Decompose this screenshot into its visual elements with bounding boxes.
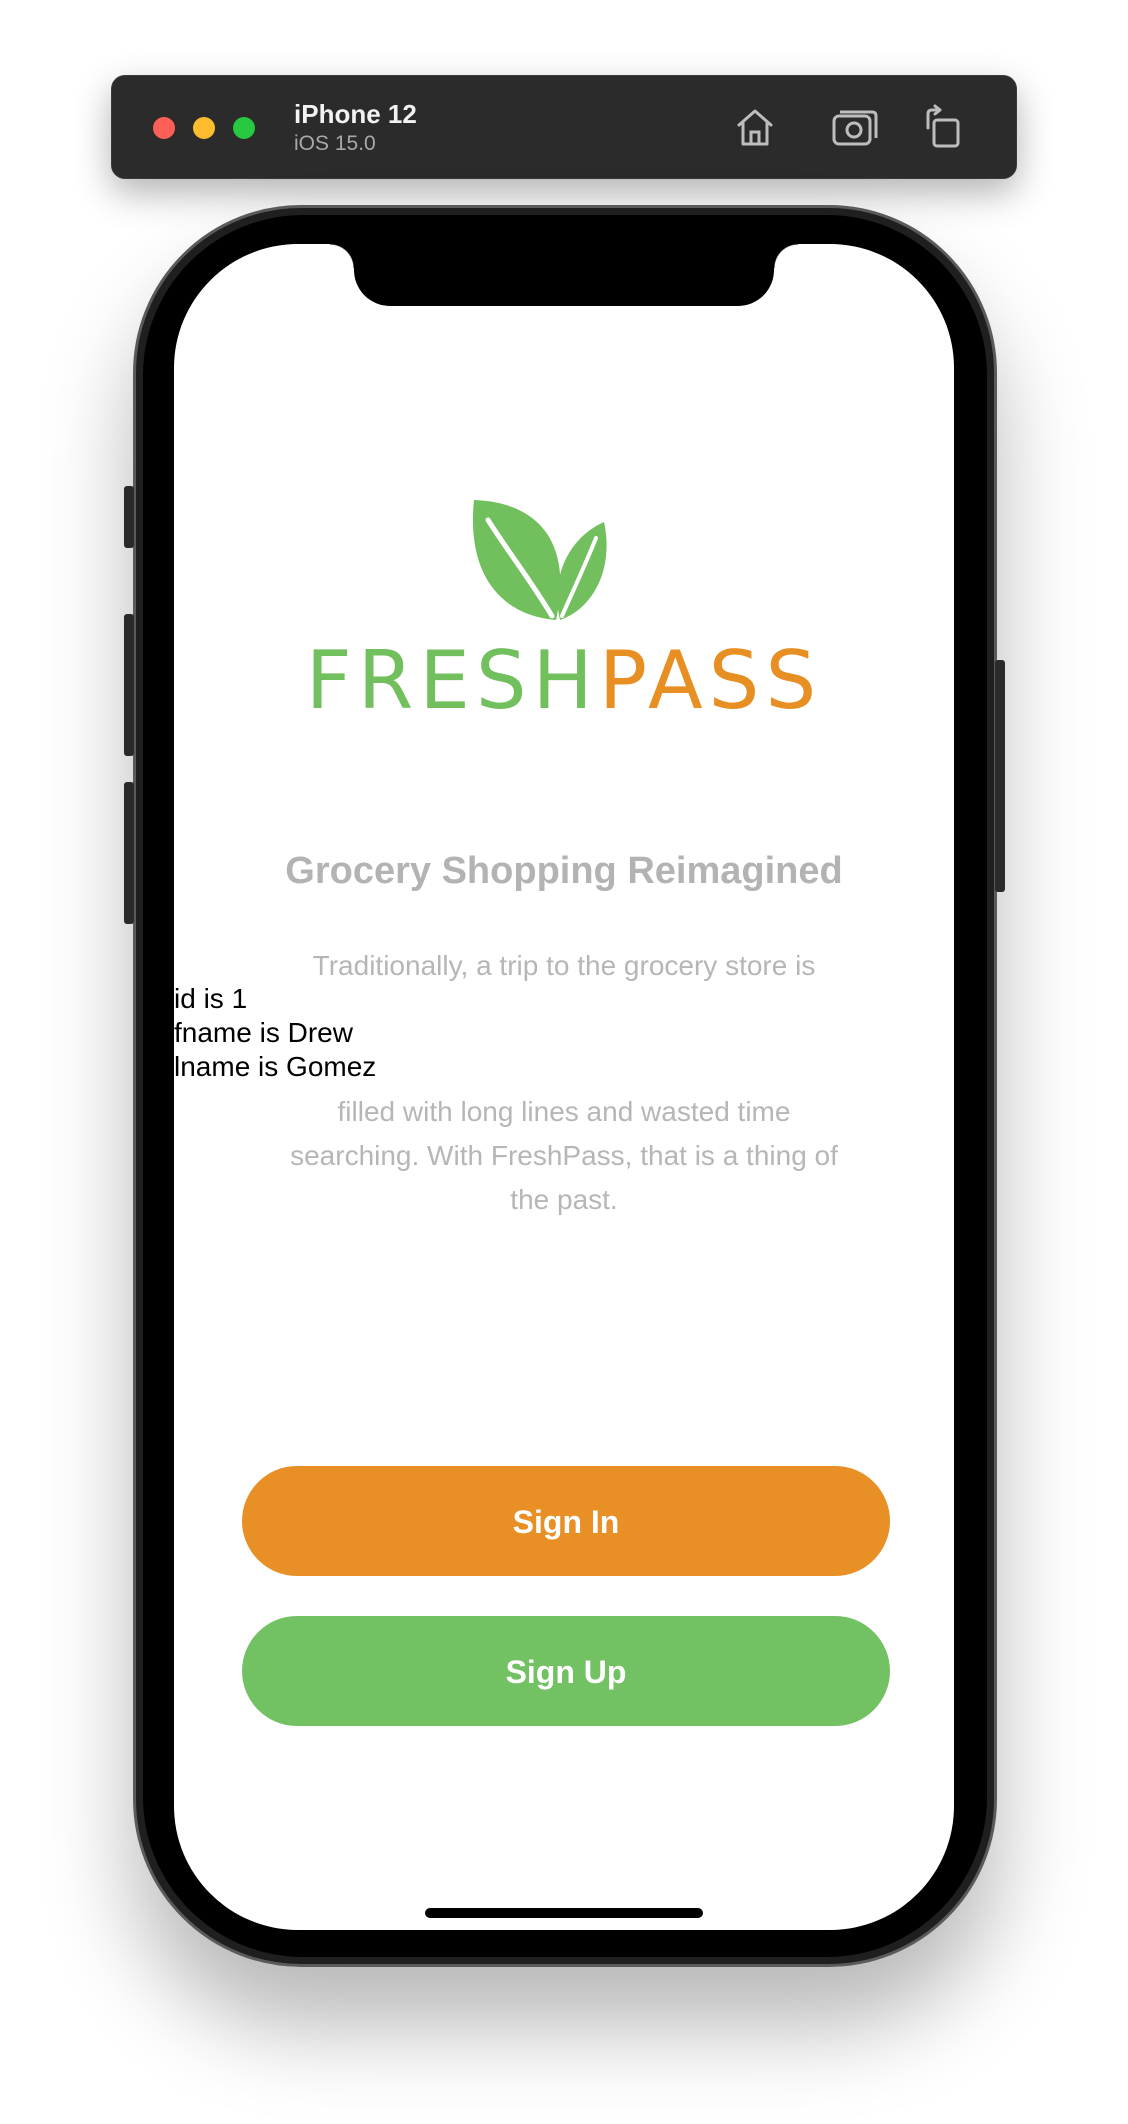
debug-line-fname: fname is Drew	[174, 1017, 353, 1048]
brand-logo: FRESHPASS	[174, 634, 954, 727]
logo-text-pass: PASS	[598, 634, 823, 727]
debug-line-lname: lname is Gomez	[174, 1051, 377, 1082]
minimize-window-button[interactable]	[193, 117, 215, 139]
sign-in-button[interactable]: Sign In	[242, 1466, 890, 1576]
device-os-version: iOS 15.0	[294, 132, 376, 155]
close-window-button[interactable]	[153, 117, 175, 139]
volume-down-button	[124, 782, 134, 924]
debug-output: id is 1 fname is Drew lname is Gomez	[174, 982, 376, 1084]
headline: Grocery Shopping Reimagined	[285, 850, 843, 892]
rotate-icon[interactable]	[920, 104, 970, 150]
debug-line-id: id is 1	[174, 983, 248, 1014]
app-screen: FRESHPASS Grocery Shopping Reimagined Tr…	[174, 244, 954, 1930]
leaf-icon	[472, 500, 607, 620]
home-icon[interactable]	[730, 104, 780, 150]
sign-up-button[interactable]: Sign Up	[242, 1616, 890, 1726]
logo-text-fresh: FRESH	[305, 634, 599, 727]
volume-up-button	[124, 614, 134, 756]
power-button	[995, 660, 1005, 892]
home-indicator[interactable]	[425, 1908, 703, 1918]
description-rest: filled with long lines and wasted time s…	[290, 1096, 838, 1215]
notch	[330, 244, 798, 306]
mute-switch	[124, 486, 134, 548]
device-name: iPhone 12	[294, 99, 417, 129]
screen-stage: iPhone 12 iOS 15.0 FRESHPASS Grocery Sho…	[0, 0, 1128, 2124]
zoom-window-button[interactable]	[233, 117, 255, 139]
simulator-toolbar: iPhone 12 iOS 15.0	[111, 75, 1017, 179]
screenshot-icon[interactable]	[830, 104, 880, 150]
